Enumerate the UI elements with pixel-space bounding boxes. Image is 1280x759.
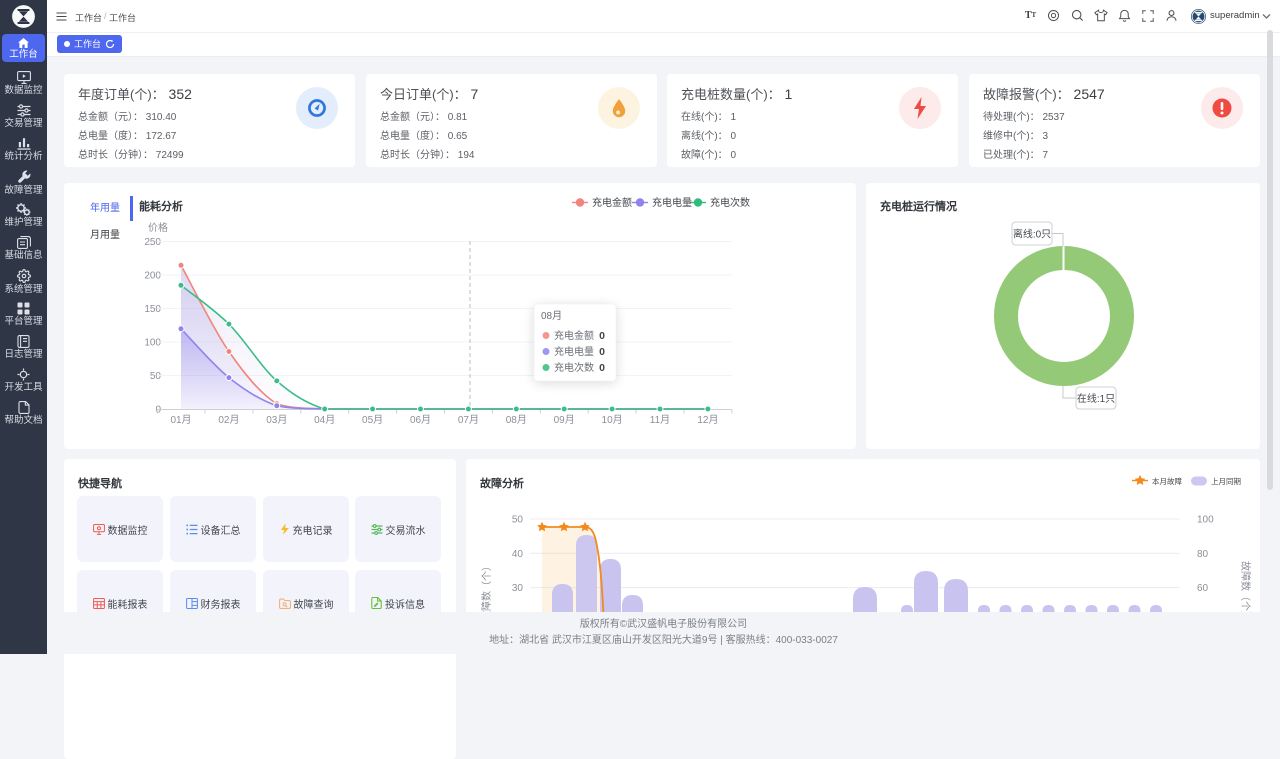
- svg-text:250: 250: [144, 237, 161, 248]
- svg-text:12月: 12月: [697, 414, 718, 426]
- svg-text:06月: 06月: [410, 414, 431, 426]
- svg-text:01月: 01月: [170, 414, 191, 426]
- svg-text:09月: 09月: [554, 414, 575, 426]
- svg-text:150: 150: [144, 304, 161, 315]
- svg-text:离线:0只: 离线:0只: [1013, 228, 1051, 241]
- svg-text:100: 100: [144, 338, 161, 349]
- svg-text:100: 100: [1197, 515, 1214, 526]
- svg-text:60: 60: [1197, 583, 1209, 594]
- svg-text:50: 50: [150, 371, 162, 382]
- svg-text:07月: 07月: [458, 414, 479, 426]
- svg-text:40: 40: [512, 549, 524, 560]
- svg-text:价格: 价格: [148, 221, 168, 234]
- svg-text:上月同期: 上月同期: [1211, 477, 1241, 486]
- svg-text:02月: 02月: [218, 414, 239, 426]
- svg-text:充电电量: 充电电量: [652, 196, 692, 209]
- svg-text:200: 200: [144, 271, 161, 282]
- svg-text:10月: 10月: [602, 414, 623, 426]
- svg-text:04月: 04月: [314, 414, 335, 426]
- svg-text:本月故障: 本月故障: [1152, 476, 1182, 486]
- svg-text:80: 80: [1197, 549, 1209, 560]
- svg-text:充电次数: 充电次数: [554, 361, 594, 374]
- svg-text:03月: 03月: [266, 414, 287, 426]
- svg-text:充电电量: 充电电量: [554, 345, 594, 358]
- svg-text:0: 0: [599, 362, 605, 374]
- svg-text:在线:1只: 在线:1只: [1077, 392, 1115, 405]
- svg-text:08月: 08月: [541, 310, 562, 322]
- svg-text:50: 50: [512, 515, 524, 526]
- svg-text:充电金额: 充电金额: [592, 196, 632, 209]
- svg-text:0: 0: [599, 346, 605, 358]
- svg-text:充电金额: 充电金额: [554, 329, 594, 342]
- svg-text:充电次数: 充电次数: [710, 196, 750, 209]
- svg-text:0: 0: [599, 330, 605, 342]
- svg-text:11月: 11月: [650, 414, 670, 426]
- svg-text:05月: 05月: [362, 414, 383, 426]
- svg-text:30: 30: [512, 583, 524, 594]
- svg-text:08月: 08月: [506, 414, 527, 426]
